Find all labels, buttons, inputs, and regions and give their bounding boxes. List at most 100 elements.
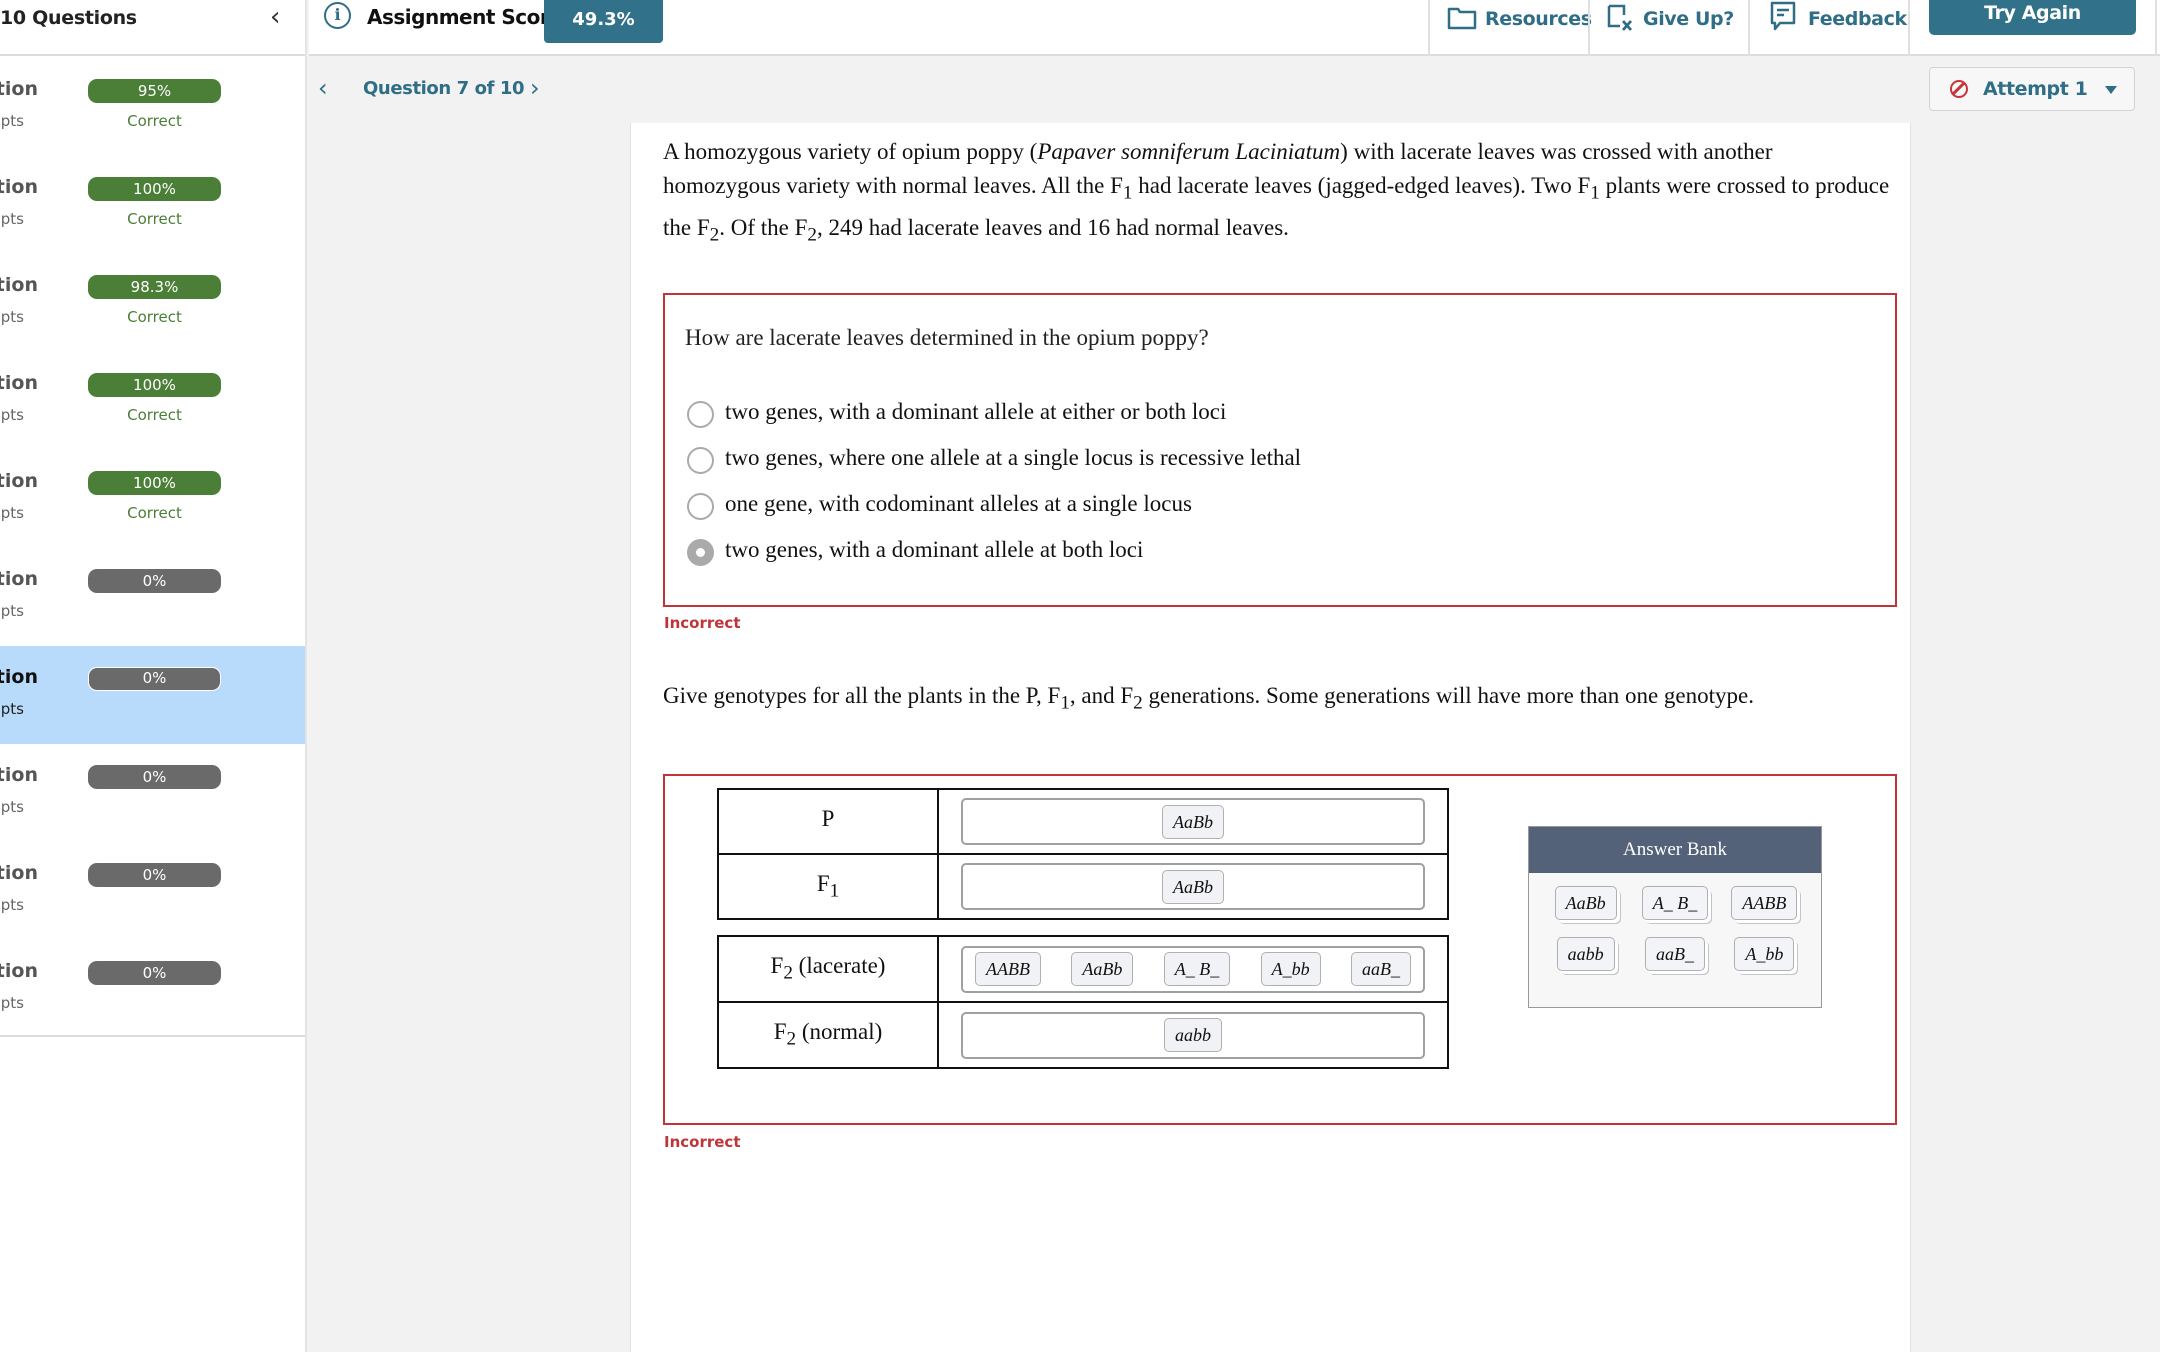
question-item-attempts: Attempts bbox=[0, 112, 24, 130]
answer-bank-chip[interactable]: A_ B_ bbox=[1641, 886, 1709, 920]
multiple-choice-part: How are lacerate leaves determined in th… bbox=[663, 293, 1897, 607]
answer-bank: Answer Bank AaBb A_ B_ AABB aabb aaB_ A_bb bbox=[1528, 826, 1822, 1008]
top-bar: i Assignment Score: 49.3% Resources Give… bbox=[309, 0, 2160, 56]
question-position: Question 7 of 10 bbox=[363, 78, 525, 99]
genotype-part: P AaBb F1 AaBb F2 (lacerate) AABB AaBb A_ B_ A_… bbox=[663, 774, 1897, 1125]
generation-name: F bbox=[770, 953, 784, 979]
option-text: two genes, with a dominant allele at eit… bbox=[725, 399, 1227, 424]
previous-question-button[interactable]: ‹ bbox=[318, 74, 328, 102]
question-item-label: Question bbox=[0, 666, 38, 688]
question-item-label: Question bbox=[0, 274, 38, 296]
score-badge: 0% bbox=[88, 961, 221, 985]
chevron-left-icon: ‹ bbox=[318, 74, 328, 102]
genotype-chip[interactable]: AaBb bbox=[1071, 952, 1134, 986]
sidebar-question-item[interactable]: Question Attempts 98.3% Correct bbox=[0, 254, 305, 352]
no-entry-icon bbox=[1950, 80, 1968, 98]
give-up-button[interactable]: Give Up? bbox=[1588, 0, 1748, 56]
genotype-row: F1 AaBb bbox=[717, 853, 1449, 920]
genotype-row: P AaBb bbox=[717, 788, 1449, 855]
question-item-attempts: Attempts bbox=[0, 896, 24, 914]
sidebar-title: 10 Questions bbox=[0, 7, 137, 29]
sidebar-question-item[interactable]: Question Attempts 100% Correct bbox=[0, 450, 305, 548]
answer-bank-chip[interactable]: aaB_ bbox=[1644, 937, 1705, 971]
sidebar-question-item[interactable]: Question Attempts 95% Correct bbox=[0, 58, 305, 156]
genotype-chip[interactable]: AABB bbox=[975, 952, 1041, 986]
attempt-label: Attempt 1 bbox=[1983, 78, 2088, 100]
sidebar-question-item[interactable]: Question Attempts 100% Correct bbox=[0, 352, 305, 450]
genotype-chip[interactable]: AaBb bbox=[1162, 869, 1224, 904]
answer-bank-chip[interactable]: AABB bbox=[1731, 886, 1798, 920]
sidebar-question-item[interactable]: Question Attempts 0% bbox=[0, 548, 305, 646]
score-badge: 0% bbox=[88, 667, 221, 691]
prompt-text: , and F bbox=[1069, 683, 1134, 708]
part1-result: Incorrect bbox=[664, 614, 741, 632]
question-item-label: Question bbox=[0, 568, 38, 590]
sidebar-question-item[interactable]: Question Attempts 100% Correct bbox=[0, 156, 305, 254]
generation-suffix: (normal) bbox=[796, 1019, 883, 1045]
drop-zone[interactable]: AaBb bbox=[961, 798, 1425, 845]
genotype-chip[interactable]: AaBb bbox=[1162, 804, 1224, 839]
generation-name: F bbox=[816, 870, 830, 896]
sidebar-question-item[interactable]: Question Attempts 0% bbox=[0, 646, 305, 744]
answer-bank-chip[interactable]: A_bb bbox=[1734, 937, 1795, 971]
radio-button[interactable] bbox=[687, 493, 714, 520]
answer-bank-chip[interactable]: AaBb bbox=[1554, 886, 1617, 920]
genotype-chip[interactable]: aabb bbox=[1164, 1018, 1222, 1052]
question-item-attempts: Attempts bbox=[0, 406, 24, 424]
subscript: 2 bbox=[783, 962, 793, 984]
drop-zone[interactable]: AABB AaBb A_ B_ A_bb aaB_ bbox=[961, 945, 1425, 993]
prompt-text: generations. Some generations will have … bbox=[1142, 683, 1755, 708]
answer-bank-chip[interactable]: aabb bbox=[1556, 937, 1615, 971]
sidebar-question-item[interactable]: Question Attempts 0% bbox=[0, 842, 305, 940]
status-text: Correct bbox=[127, 112, 182, 130]
divider bbox=[1908, 0, 1910, 56]
subscript: 2 bbox=[807, 224, 817, 246]
status-text: Correct bbox=[127, 210, 182, 228]
generation-label: F1 bbox=[717, 853, 939, 920]
drop-cell: aabb bbox=[937, 1001, 1449, 1069]
drop-zone[interactable]: AaBb bbox=[961, 863, 1425, 910]
resources-label: Resources bbox=[1485, 8, 1592, 30]
drop-cell: AaBb bbox=[937, 853, 1449, 920]
status-text: Correct bbox=[127, 308, 182, 326]
subscript: 1 bbox=[1590, 182, 1600, 204]
feedback-button[interactable]: Feedback bbox=[1748, 0, 1908, 56]
resources-button[interactable]: Resources bbox=[1428, 0, 1592, 56]
mc-question-text: How are lacerate leaves determined in th… bbox=[685, 325, 1209, 350]
generation-label: F2 (lacerate) bbox=[717, 935, 939, 1003]
collapse-sidebar-button[interactable]: ‹ bbox=[270, 2, 280, 32]
subscript: 1 bbox=[829, 880, 840, 902]
try-again-button[interactable]: Try Again bbox=[1929, 0, 2136, 35]
radio-button[interactable] bbox=[687, 539, 714, 566]
sidebar-question-item[interactable]: Question Attempts 0% bbox=[0, 744, 305, 842]
question-item-attempts: Attempts bbox=[0, 798, 24, 816]
question-item-attempts: Attempts bbox=[0, 994, 24, 1012]
radio-button[interactable] bbox=[687, 447, 714, 474]
genotype-table-f2: F2 (lacerate) AABB AaBb A_ B_ A_bb aaB_ F2 (no… bbox=[717, 935, 1449, 1069]
sidebar-question-item[interactable]: Question Attempts 0% bbox=[0, 940, 305, 1038]
drop-zone[interactable]: aabb bbox=[961, 1011, 1425, 1059]
answer-bank-title: Answer Bank bbox=[1529, 827, 1821, 873]
genotype-chip[interactable]: A_bb bbox=[1260, 952, 1321, 986]
genotype-chip[interactable]: A_ B_ bbox=[1163, 952, 1231, 986]
feedback-label: Feedback bbox=[1808, 8, 1907, 30]
genotype-chip[interactable]: aaB_ bbox=[1350, 952, 1411, 986]
genotype-row: F2 (normal) aabb bbox=[717, 1001, 1449, 1069]
next-question-button[interactable]: › bbox=[530, 74, 540, 102]
give-up-icon bbox=[1607, 4, 1633, 31]
option-text: two genes, with a dominant allele at bot… bbox=[725, 537, 1144, 562]
radio-button[interactable] bbox=[687, 401, 714, 428]
question-content: A homozygous variety of opium poppy (Pap… bbox=[630, 123, 1911, 1352]
status-text: Correct bbox=[127, 504, 182, 522]
question-item-label: Question bbox=[0, 470, 38, 492]
subscript: 1 bbox=[1122, 182, 1133, 204]
question-item-label: Question bbox=[0, 764, 38, 786]
chevron-left-icon: ‹ bbox=[270, 2, 281, 32]
score-badge: 0% bbox=[88, 569, 221, 593]
attempt-dropdown[interactable]: Attempt 1 bbox=[1929, 67, 2135, 111]
drop-cell: AABB AaBb A_ B_ A_bb aaB_ bbox=[937, 935, 1449, 1003]
info-icon[interactable]: i bbox=[324, 2, 351, 29]
question-item-label: Question bbox=[0, 78, 38, 100]
generation-label: F2 (normal) bbox=[717, 1001, 939, 1069]
score-badge: 95% bbox=[88, 79, 221, 103]
